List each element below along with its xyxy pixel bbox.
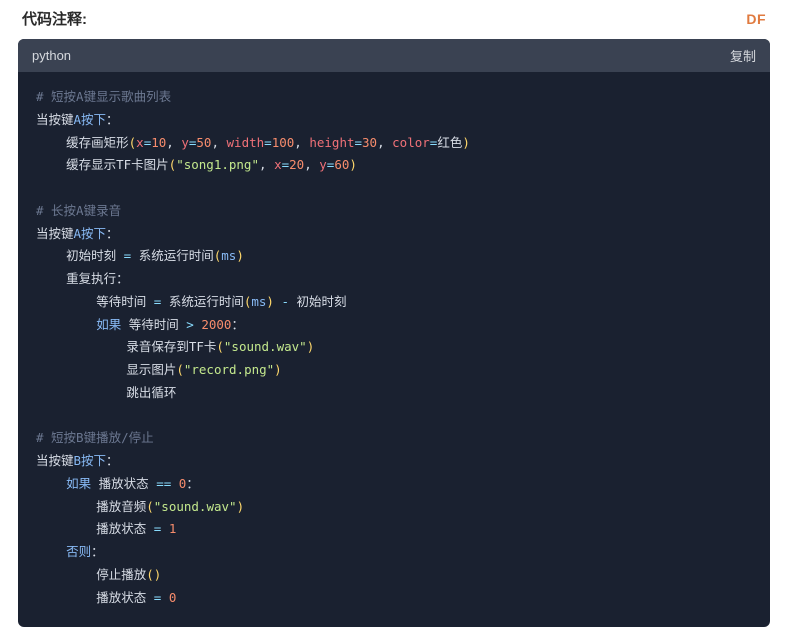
language-label: python (32, 48, 71, 63)
code-block: # 短按A键显示歌曲列表 当按键A按下： 缓存画矩形(x=10, y=50, w… (18, 72, 770, 627)
copy-button[interactable]: 复制 (730, 46, 756, 65)
code-toolbar: python 复制 (18, 39, 770, 72)
page-title: 代码注释: (22, 8, 87, 29)
header-row: 代码注释: DF (0, 0, 788, 39)
brand-badge: DF (746, 11, 766, 27)
comment: # 短按A键显示歌曲列表 (36, 89, 171, 104)
comment: # 长按A键录音 (36, 203, 121, 218)
comment: # 短按B键播放/停止 (36, 430, 154, 445)
code-card: python 复制 # 短按A键显示歌曲列表 当按键A按下： 缓存画矩形(x=1… (18, 39, 770, 627)
